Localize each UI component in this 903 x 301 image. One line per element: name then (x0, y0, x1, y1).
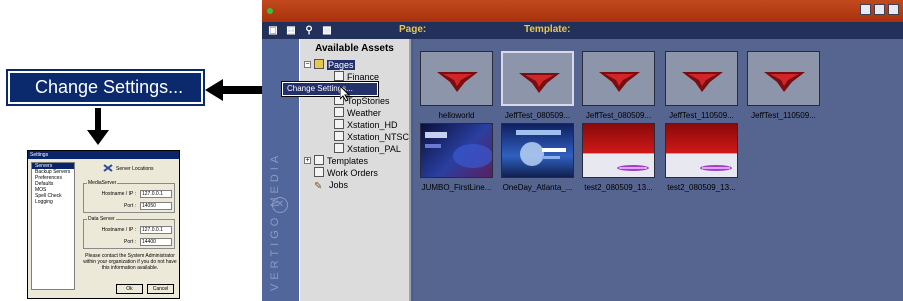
asset-tile[interactable]: helloworld (418, 47, 495, 125)
settings-nav-list: Servers Backup Servers Preferences Defau… (31, 162, 75, 290)
page-icon (334, 71, 344, 81)
asset-thumbnail (747, 51, 820, 106)
save-icon[interactable]: ▦ (286, 25, 296, 36)
asset-tile-label: JeffTest_110509... (751, 111, 816, 120)
media-port-label: Port : (124, 203, 136, 209)
asset-tile[interactable]: JeffTest_110509... (745, 47, 822, 125)
media-port-field[interactable]: 14050 (140, 202, 172, 210)
media-hostname-field[interactable]: 127.0.0.1 (140, 190, 172, 198)
brand-sidebar: VERTIGO MEDIA ✕ (262, 39, 299, 301)
asset-thumbnail (582, 123, 655, 178)
data-port-field[interactable]: 14400 (140, 238, 172, 246)
page-icon (334, 143, 344, 153)
pencil-icon: ✎ (314, 181, 323, 192)
title-bar (262, 0, 903, 22)
asset-tile-label: test2_080509_13... (667, 183, 736, 192)
asset-tile[interactable]: JUMBO_FirstLine... (418, 119, 495, 197)
asset-thumbnail (665, 123, 738, 178)
tree-item-jobs[interactable]: ✎ Jobs (314, 179, 348, 192)
asset-thumbnail (665, 51, 738, 106)
tree-item-pages[interactable]: Pages (314, 59, 355, 71)
mouse-cursor-icon (340, 86, 351, 102)
media-server-group: MediaServer Hostname / IP : 127.0.0.1 Po… (83, 180, 175, 213)
brand-text: VERTIGO MEDIA (269, 151, 281, 291)
tree-item-weather[interactable]: Weather (334, 107, 381, 119)
work-orders-icon (314, 167, 324, 177)
asset-tile[interactable]: OneDay_Atlanta_... (499, 119, 576, 197)
asset-thumbnail (420, 51, 493, 106)
server-locations-icon (103, 164, 113, 172)
change-settings-callout: Change Settings... (6, 69, 205, 106)
ok-button[interactable]: Ok (116, 284, 143, 294)
page-icon (334, 131, 344, 141)
asset-tree-header: Available Assets (315, 43, 394, 54)
page-icon (334, 107, 344, 117)
preview-icon[interactable]: ▩ (322, 25, 332, 36)
template-label: Template: (524, 24, 571, 35)
collapse-icon[interactable]: − (304, 61, 311, 68)
asset-thumbnail (501, 51, 574, 106)
data-hostname-label: Hostname / IP : (101, 227, 136, 233)
page-label: Page: (399, 24, 427, 35)
close-icon[interactable] (888, 4, 899, 15)
settings-note: Please contact the System Administrator … (83, 253, 177, 271)
asset-tile-label: OneDay_Atlanta_... (502, 183, 573, 192)
asset-tile[interactable]: JeffTest_110509... (663, 47, 740, 125)
asset-thumbnail (420, 123, 493, 178)
asset-thumbnail (501, 123, 574, 178)
arrow-left-icon (205, 79, 263, 101)
settings-dialog-title: Settings (28, 151, 179, 159)
settings-nav-item[interactable]: Logging (32, 199, 74, 205)
context-menu-change-settings[interactable]: Change Settings... (281, 81, 379, 97)
brand-logo-icon: ✕ (272, 197, 288, 213)
media-hostname-label: Hostname / IP : (101, 191, 136, 197)
asset-grid: helloworld JeffTest_080509... JeffTest_0… (414, 39, 903, 301)
status-dot-icon (267, 8, 273, 14)
settings-dialog: Settings Servers Backup Servers Preferen… (27, 150, 180, 299)
toolbar: ▣ ▦ ⚲ ▩ Page: Template: (262, 22, 903, 39)
templates-icon (314, 155, 324, 165)
asset-tile-label: JUMBO_FirstLine... (421, 183, 492, 192)
new-page-icon[interactable]: ▣ (268, 25, 278, 36)
data-hostname-field[interactable]: 127.0.0.1 (140, 226, 172, 234)
asset-tile[interactable]: JeffTest_080509... (580, 47, 657, 125)
tree-item-templates[interactable]: Templates (314, 155, 368, 167)
server-locations-heading: Server Locations (116, 166, 154, 172)
media-server-group-label: MediaServer (87, 180, 118, 186)
maximize-icon[interactable] (874, 4, 885, 15)
asset-tree: Available Assets − Pages Finance TopStor… (299, 39, 450, 301)
data-server-group-label: Data Server (87, 216, 116, 222)
tree-item-xstation-ntsc[interactable]: Xstation_NTSC (334, 131, 409, 143)
asset-tile-label: test2_080509_13... (584, 183, 653, 192)
asset-tile[interactable]: JeffTest_080509... (499, 47, 576, 125)
asset-tile[interactable]: test2_080509_13... (663, 119, 740, 197)
pages-folder-icon (314, 59, 324, 69)
data-port-label: Port : (124, 239, 136, 245)
tree-item-xstation-hd[interactable]: Xstation_HD (334, 119, 398, 131)
tree-item-work-orders[interactable]: Work Orders (314, 167, 378, 179)
page-icon (334, 119, 344, 129)
minimize-icon[interactable] (860, 4, 871, 15)
cancel-button[interactable]: Cancel (147, 284, 174, 294)
data-server-group: Data Server Hostname / IP : 127.0.0.1 Po… (83, 216, 175, 249)
search-icon[interactable]: ⚲ (304, 25, 314, 36)
app-window: ▣ ▦ ⚲ ▩ Page: Template: VERTIGO MEDIA ✕ … (262, 0, 903, 301)
asset-thumbnail (582, 51, 655, 106)
expand-icon[interactable]: + (304, 157, 311, 164)
asset-tile[interactable]: test2_080509_13... (580, 119, 657, 197)
arrow-down-icon (87, 108, 109, 145)
tree-item-xstation-pal[interactable]: Xstation_PAL (334, 143, 401, 155)
